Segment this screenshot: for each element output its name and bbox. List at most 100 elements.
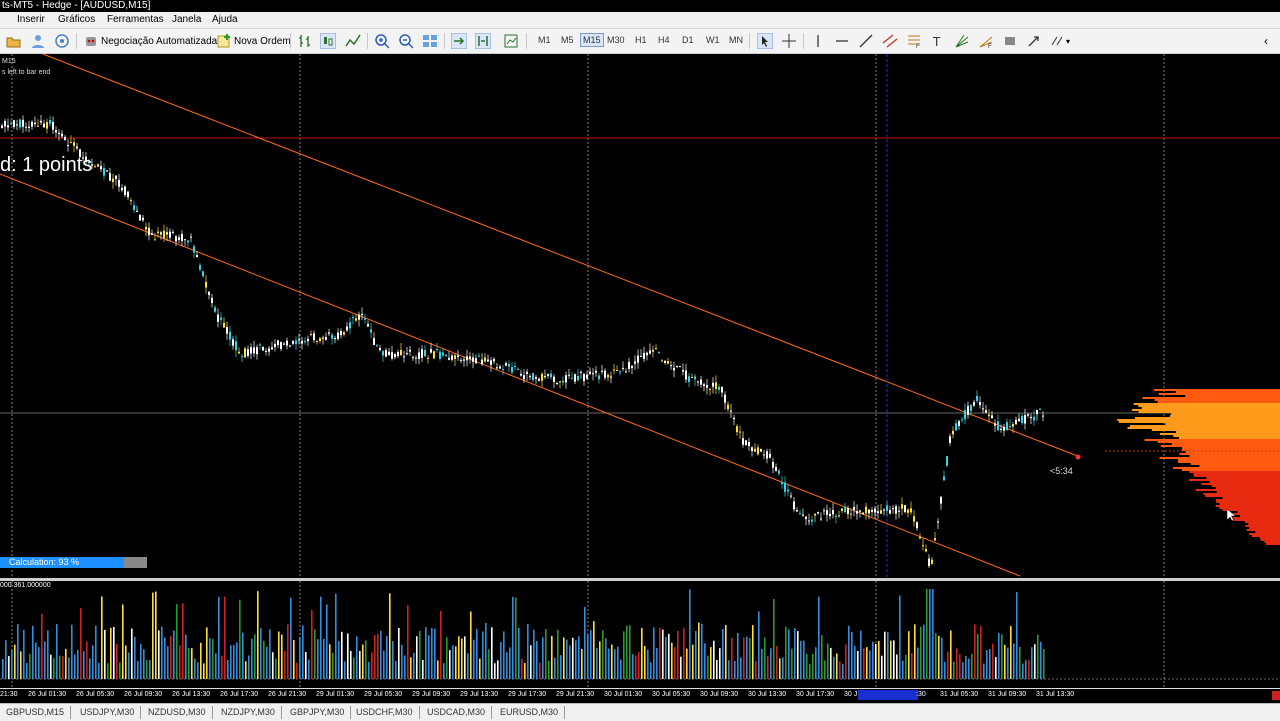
- time-axis-label: 26 Jul 17:30: [220, 691, 258, 698]
- time-axis-label: 30 Jul 01:30: [604, 691, 642, 698]
- time-axis-label: 26 Jul 05:30: [76, 691, 114, 698]
- time-axis-label: 26 Jul 21:30: [268, 691, 306, 698]
- tab-usdcad[interactable]: USDCAD,M30: [421, 706, 492, 719]
- price-chart[interactable]: M15 s left to bar end d: 1 points <5:34: [0, 54, 1280, 578]
- time-axis-label: 21:30: [0, 691, 18, 698]
- volume-indicator-label: 000 361.000000: [0, 582, 51, 589]
- chevron-left-icon[interactable]: ‹: [1264, 32, 1268, 50]
- arrow-icon[interactable]: [1026, 32, 1042, 50]
- time-axis-label: 31 Jul 09:30: [988, 691, 1026, 698]
- algo-trading-label: Negociação Automatizada: [101, 36, 217, 47]
- new-order-button[interactable]: Nova Ordem: [216, 32, 291, 50]
- fan-icon[interactable]: [954, 32, 970, 50]
- trendline-icon[interactable]: [858, 32, 874, 50]
- new-order-label: Nova Ordem: [234, 36, 291, 47]
- tab-eurusd[interactable]: EURUSD,M30: [494, 706, 565, 719]
- volume-profile: [1117, 389, 1280, 545]
- tab-gbpjpy[interactable]: GBPJPY,M30: [284, 706, 351, 719]
- time-axis-label: 31 Jul 13:30: [1036, 691, 1074, 698]
- time-axis-label: 29 Jul 21:30: [556, 691, 594, 698]
- zoom-out-icon[interactable]: [398, 32, 414, 50]
- text-label-icon[interactable]: T: [930, 32, 946, 50]
- time-axis-label: 29 Jul 09:30: [412, 691, 450, 698]
- candles-layer: [1, 115, 1044, 568]
- bar-chart-icon[interactable]: [297, 32, 313, 50]
- svg-text:T: T: [932, 35, 941, 49]
- cursor-icon[interactable]: [757, 32, 773, 50]
- tab-nzdjpy[interactable]: NZDJPY,M30: [215, 706, 282, 719]
- tab-usdjpy[interactable]: USDJPY,M30: [74, 706, 141, 719]
- time-axis: 21:3026 Jul 01:3026 Jul 05:3026 Jul 09:3…: [0, 688, 1280, 703]
- tab-nzdusd[interactable]: NZDUSD,M30: [142, 706, 213, 719]
- candlestick-icon[interactable]: [320, 32, 336, 50]
- channel-upper-line[interactable]: [30, 54, 880, 379]
- timeframe-w1[interactable]: W1: [704, 34, 722, 46]
- chart-shift-icon[interactable]: [475, 32, 491, 50]
- user-icon[interactable]: [30, 32, 46, 50]
- price-chart-canvas: [0, 54, 1280, 578]
- time-axis-marker: [1272, 691, 1280, 700]
- time-axis-label: 30 Jul 17:30: [796, 691, 834, 698]
- signal-icon[interactable]: [54, 32, 70, 50]
- auto-scroll-icon[interactable]: [451, 32, 467, 50]
- menu-insert[interactable]: Inserir: [17, 14, 45, 25]
- time-axis-label: 31 Jul 05:30: [940, 691, 978, 698]
- timeframe-d1[interactable]: D1: [680, 34, 696, 46]
- crosshair-icon[interactable]: [781, 32, 797, 50]
- vertical-grid: [12, 54, 1164, 578]
- menu-help[interactable]: Ajuda: [212, 14, 238, 25]
- time-axis-label: 29 Jul 17:30: [508, 691, 546, 698]
- svg-text:F: F: [988, 44, 992, 49]
- shapes-dropdown-icon[interactable]: ▾: [1050, 32, 1070, 50]
- time-axis-label: :30: [916, 691, 926, 698]
- robot-icon: [83, 33, 99, 49]
- time-axis-label: 30 Jul 09:30: [700, 691, 738, 698]
- tab-usdchf[interactable]: USDCHF,M30: [350, 706, 420, 719]
- toolbar: Negociação Automatizada Nova Ordem M1 M5…: [0, 29, 1280, 54]
- time-axis-label: 29 Jul 01:30: [316, 691, 354, 698]
- vertical-line-icon[interactable]: [810, 32, 826, 50]
- tab-gbpusd[interactable]: GBPUSD,M15: [0, 706, 71, 719]
- volume-pane[interactable]: 000 361.000000: [0, 581, 1280, 688]
- new-order-icon: [216, 33, 232, 49]
- time-axis-label: 29 Jul 05:30: [364, 691, 402, 698]
- time-axis-label: 30 Jul 13:30: [748, 691, 786, 698]
- zoom-in-icon[interactable]: [374, 32, 390, 50]
- menu-charts[interactable]: Gráficos: [58, 14, 95, 25]
- tile-windows-icon[interactable]: [422, 32, 438, 50]
- countdown-label: <5:34: [1050, 466, 1073, 476]
- timeframe-h4[interactable]: H4: [656, 34, 672, 46]
- menu-tools[interactable]: Ferramentas: [107, 14, 164, 25]
- time-axis-label: 30 J: [844, 691, 857, 698]
- line-chart-icon[interactable]: [345, 32, 361, 50]
- template-icon[interactable]: [503, 32, 519, 50]
- fibo-fan-icon[interactable]: F: [978, 32, 994, 50]
- window-title: ts-MT5 - Hedge - [AUDUSD,M15]: [0, 0, 150, 11]
- channel-upper-extension[interactable]: [880, 379, 1080, 457]
- timeframe-mn[interactable]: MN: [727, 34, 745, 46]
- time-axis-label: 26 Jul 13:30: [172, 691, 210, 698]
- horizontal-line-icon[interactable]: [834, 32, 850, 50]
- timeframe-m30[interactable]: M30: [605, 34, 627, 46]
- timeframe-m15[interactable]: M15: [580, 33, 604, 47]
- calculation-progress: Calculation: 93 %: [0, 557, 147, 568]
- chart-timeframe-label: M15: [2, 58, 16, 65]
- menu-window[interactable]: Janela: [172, 14, 201, 25]
- svg-text:F: F: [916, 44, 920, 49]
- algo-trading-button[interactable]: Negociação Automatizada: [83, 32, 217, 50]
- channel-anchor-point[interactable]: [1076, 455, 1081, 460]
- fibonacci-icon[interactable]: F: [906, 32, 922, 50]
- folder-icon[interactable]: [6, 32, 22, 50]
- window-titlebar: ts-MT5 - Hedge - [AUDUSD,M15]: [0, 0, 1280, 12]
- rectangle-icon[interactable]: [1002, 32, 1018, 50]
- timeframe-m1[interactable]: M1: [536, 34, 553, 46]
- chart-tabs: GBPUSD,M15 USDJPY,M30 NZDUSD,M30 NZDJPY,…: [0, 703, 1280, 721]
- spread-label: d: 1 points: [0, 154, 92, 177]
- time-axis-cursor-highlight: [858, 690, 918, 700]
- time-axis-label: 29 Jul 13:30: [460, 691, 498, 698]
- volume-histogram: [0, 581, 1280, 688]
- timeframe-m5[interactable]: M5: [559, 34, 576, 46]
- menu-bar: Inserir Gráficos Ferramentas Janela Ajud…: [0, 12, 1280, 29]
- equidistant-channel-icon[interactable]: [882, 32, 898, 50]
- timeframe-h1[interactable]: H1: [633, 34, 649, 46]
